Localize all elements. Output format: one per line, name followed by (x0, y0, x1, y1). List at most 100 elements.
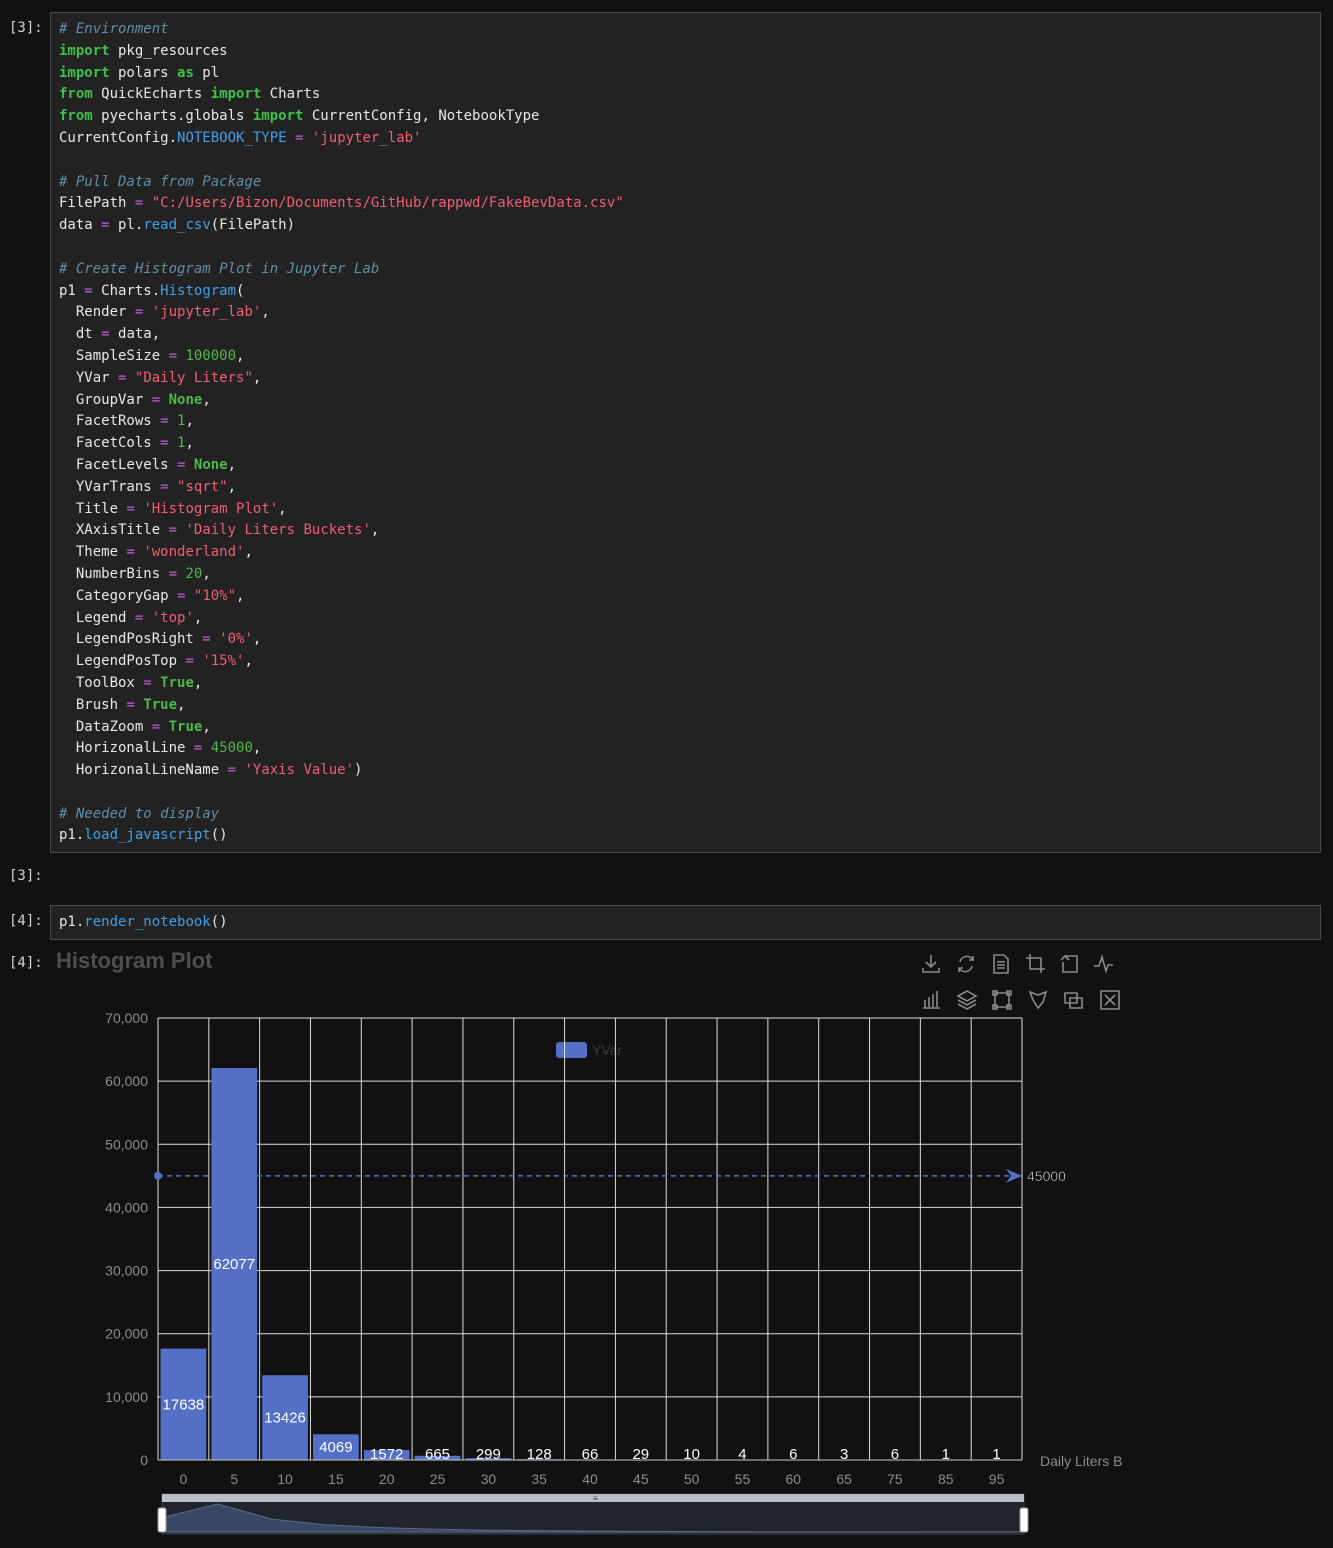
code-token: "sqrt" (177, 478, 228, 495)
code-token: , (193, 674, 203, 691)
code-token: pkg_resources (109, 42, 228, 59)
code-token: Brush (59, 696, 127, 713)
x-tick-label: 45 (633, 1471, 649, 1487)
legend-swatch[interactable] (556, 1042, 587, 1058)
code-token: , (278, 500, 287, 517)
code-line: HorizonalLineName = 'Yaxis Value') (59, 760, 624, 782)
y-tick-label: 30,000 (105, 1263, 148, 1279)
code-line: p1 = Charts.Histogram( (59, 281, 624, 303)
code-token: "C:/Users/Bizon/Documents/GitHub/rappwd/… (151, 195, 624, 212)
code-line: LegendPosTop = '15%', (59, 651, 624, 673)
code-token: 45000 (210, 740, 253, 757)
code-token: , (236, 347, 245, 364)
stack-switch-icon[interactable] (956, 990, 978, 1010)
code-token: LegendPosRight (59, 631, 203, 648)
x-tick-label: 85 (938, 1471, 954, 1487)
code-token: , (202, 391, 211, 408)
code-body[interactable]: # Environment import pkg_resources import … (59, 19, 624, 847)
code-token: = (126, 544, 135, 561)
code-token: XAxisTitle (59, 522, 169, 539)
legend-label[interactable]: YVar (592, 1042, 622, 1058)
code-token: 'Histogram Plot' (143, 500, 279, 517)
datazoom-left-handle[interactable] (157, 1507, 167, 1533)
data-view-icon[interactable] (993, 954, 1009, 974)
code-token: = (227, 762, 237, 779)
clear-brush-icon[interactable] (1100, 990, 1120, 1010)
x-tick-label: 15 (328, 1471, 344, 1487)
code-token: as (177, 64, 194, 81)
download-icon[interactable] (922, 955, 940, 973)
code-token: ) (354, 762, 363, 779)
code-cell-editor[interactable]: # Environment import pkg_resources import … (50, 12, 1321, 853)
code-token: Legend (59, 609, 135, 626)
code-body[interactable]: p1.render_notebook() (59, 912, 228, 934)
code-line: GroupVar = None, (59, 390, 624, 412)
code-token: 'jupyter_lab' (311, 129, 422, 146)
code-token: FacetRows (59, 413, 161, 430)
code-token: polars (109, 64, 178, 81)
code-line: # Pull Data from Package (59, 172, 624, 194)
zoom-back-icon[interactable] (1060, 954, 1078, 973)
code-line: from QuickEcharts import Charts (59, 84, 624, 106)
code-token: , (202, 565, 211, 582)
code-token: NumberBins (59, 565, 169, 582)
code-token: FacetCols (59, 435, 161, 452)
code-token: 100000 (185, 347, 237, 364)
code-line: ToolBox = True, (59, 673, 624, 695)
datazoom-grip[interactable]: ≡ (593, 1494, 598, 1503)
x-tick-label: 60 (786, 1471, 802, 1487)
y-tick-label: 40,000 (105, 1199, 148, 1215)
restore-icon[interactable] (958, 955, 974, 973)
code-token: p1 (59, 282, 85, 299)
code-token: None (168, 391, 203, 408)
cell-output-prompt: [4]: (9, 955, 43, 971)
code-cell-editor[interactable]: p1.render_notebook() (50, 905, 1321, 940)
code-line: YVar = "Daily Liters", (59, 368, 624, 390)
x-tick-label: 25 (430, 1471, 446, 1487)
rect-brush-icon[interactable] (992, 990, 1012, 1010)
code-token: () (210, 914, 228, 930)
bar-series (160, 1068, 1020, 1460)
datazoom-right-handle[interactable] (1019, 1507, 1029, 1533)
y-tick-label: 0 (140, 1452, 148, 1468)
code-token: 20 (185, 565, 203, 582)
zoom-select-icon[interactable] (1026, 954, 1045, 973)
bar-switch-icon[interactable] (923, 991, 940, 1009)
code-line: p1.render_notebook() (59, 912, 228, 934)
code-token: '0%' (219, 631, 253, 648)
code-token: Charts. (92, 282, 161, 299)
line-switch-icon[interactable] (1094, 954, 1113, 974)
polygon-brush-icon[interactable] (1028, 990, 1048, 1010)
code-token: HorizonalLine (59, 740, 194, 757)
code-token: from (59, 86, 93, 103)
code-token: import (59, 64, 110, 81)
code-token: YVar (59, 369, 119, 386)
code-token: FacetLevels (59, 456, 178, 473)
keep-brush-icon[interactable] (1064, 992, 1083, 1009)
code-token: # Pull Data from Package (59, 173, 262, 190)
code-token: p1. (59, 827, 85, 844)
code-token: pl (193, 64, 220, 81)
datazoom-slider[interactable]: ≡ (157, 1493, 1029, 1535)
code-token: = (160, 435, 169, 452)
code-line: Theme = 'wonderland', (59, 542, 624, 564)
code-token: "10%" (193, 587, 237, 604)
y-tick-label: 20,000 (105, 1326, 148, 1342)
bar-value-label: 13426 (264, 1410, 306, 1427)
code-line: LegendPosRight = '0%', (59, 629, 624, 651)
code-line: FilePath = "C:/Users/Bizon/Documents/Git… (59, 193, 624, 215)
code-token: LegendPosTop (59, 653, 186, 670)
code-token: = (151, 718, 161, 735)
code-token: pyecharts.globals (92, 108, 253, 125)
x-tick-label: 30 (481, 1471, 497, 1487)
code-line: import pkg_resources (59, 41, 624, 63)
code-token: Render (59, 304, 135, 321)
bar-value-label: 4069 (319, 1439, 352, 1456)
